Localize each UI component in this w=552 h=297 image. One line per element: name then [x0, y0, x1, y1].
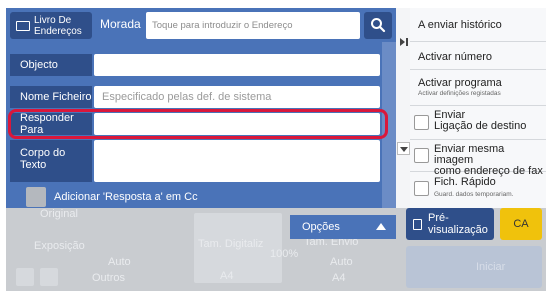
cc-reply-row[interactable]: Adicionar 'Resposta a' em Cc — [26, 186, 198, 208]
start-button[interactable]: Iniciar — [406, 246, 542, 288]
bg-exposure-value: Auto — [108, 256, 131, 268]
morada-label: Morada — [100, 17, 141, 31]
preview-button[interactable]: Pré-visualização — [406, 208, 494, 240]
search-icon — [371, 18, 386, 33]
object-label: Objecto — [10, 54, 92, 76]
ca-button[interactable]: CA — [500, 208, 542, 240]
action-menu: A enviar histórico Activar número Activa… — [410, 8, 546, 208]
bg-settings-icon — [16, 268, 34, 286]
send-same-image-item[interactable]: Enviar mesma imagem como endereço de fax — [410, 140, 546, 177]
filename-row: Nome Ficheiro Especificado pelas def. de… — [10, 86, 382, 108]
quick-file-checkbox[interactable] — [414, 181, 429, 196]
address-top-bar: Livro De Endereços Morada Toque para int… — [6, 8, 396, 42]
filename-label: Nome Ficheiro — [10, 86, 92, 108]
bg-ratio-value: 100% — [270, 248, 299, 260]
send-history-item[interactable]: A enviar histórico — [410, 8, 546, 42]
morada-placeholder: Toque para introduzir o Endereço — [152, 20, 293, 31]
bg-send-size-value: A4 — [332, 272, 346, 284]
activate-program-label: Activar programa — [418, 77, 502, 89]
quick-file-sub: Guard. dados temporariam. — [434, 191, 514, 198]
object-input[interactable] — [94, 54, 380, 76]
bg-original-label: Original — [40, 208, 78, 220]
activate-number-label: Activar número — [418, 51, 492, 63]
bg-check-icon — [40, 268, 58, 286]
send-settings-screen: Original Exposição Auto Outros Tam. Digi… — [6, 8, 546, 291]
scroll-down-button[interactable] — [397, 142, 410, 155]
send-history-label: A enviar histórico — [418, 19, 502, 31]
bg-others-label: Outros — [92, 272, 126, 284]
preview-icon — [413, 219, 422, 230]
send-same-image-checkbox[interactable] — [414, 148, 429, 163]
send-dest-link-item[interactable]: Enviar Ligação de destino — [410, 106, 546, 140]
search-button[interactable] — [364, 12, 392, 39]
send-dest-link-checkbox[interactable] — [414, 115, 429, 130]
options-label: Opções — [302, 221, 340, 233]
activate-program-sub: Activar definições registadas — [418, 90, 501, 97]
cc-reply-label: Adicionar 'Resposta a' em Cc — [54, 191, 198, 203]
address-book-button[interactable]: Livro De Endereços — [10, 12, 92, 39]
activate-number-item[interactable]: Activar número — [410, 42, 546, 70]
collapse-bar-icon — [406, 38, 408, 46]
cc-reply-checkbox[interactable] — [26, 187, 46, 207]
send-dest-link-label-2: Ligação de destino — [434, 120, 527, 132]
bg-scan-size-value: A4 — [220, 270, 234, 282]
send-same-image-label-1: Enviar mesma imagem — [434, 143, 505, 166]
quick-file-label: Fich. Rápido — [434, 176, 496, 188]
object-row: Objecto — [10, 54, 382, 76]
collapse-arrow-icon[interactable] — [400, 38, 405, 46]
activate-program-item[interactable]: Activar programa Activar definições regi… — [410, 70, 546, 106]
options-button[interactable]: Opções — [290, 215, 396, 239]
address-book-icon — [16, 20, 30, 31]
address-book-label: Livro De Endereços — [34, 14, 82, 37]
start-label: Iniciar — [476, 261, 506, 273]
bg-scan-size-label: Tam. Digitaliz — [198, 238, 264, 250]
body-label: Corpo do Texto — [10, 140, 92, 182]
reply-to-highlight — [8, 109, 388, 139]
expand-up-icon — [376, 223, 386, 230]
body-input[interactable] — [94, 140, 380, 182]
bg-send-size-auto: Auto — [330, 256, 353, 268]
preview-label: Pré-visualização — [428, 212, 488, 236]
quick-file-item[interactable]: Fich. Rápido Guard. dados temporariam. — [410, 172, 546, 206]
bg-exposure-label: Exposição — [34, 240, 85, 252]
filename-input[interactable]: Especificado pelas def. de sistema — [94, 86, 380, 108]
morada-input[interactable]: Toque para introduzir o Endereço — [146, 12, 360, 39]
